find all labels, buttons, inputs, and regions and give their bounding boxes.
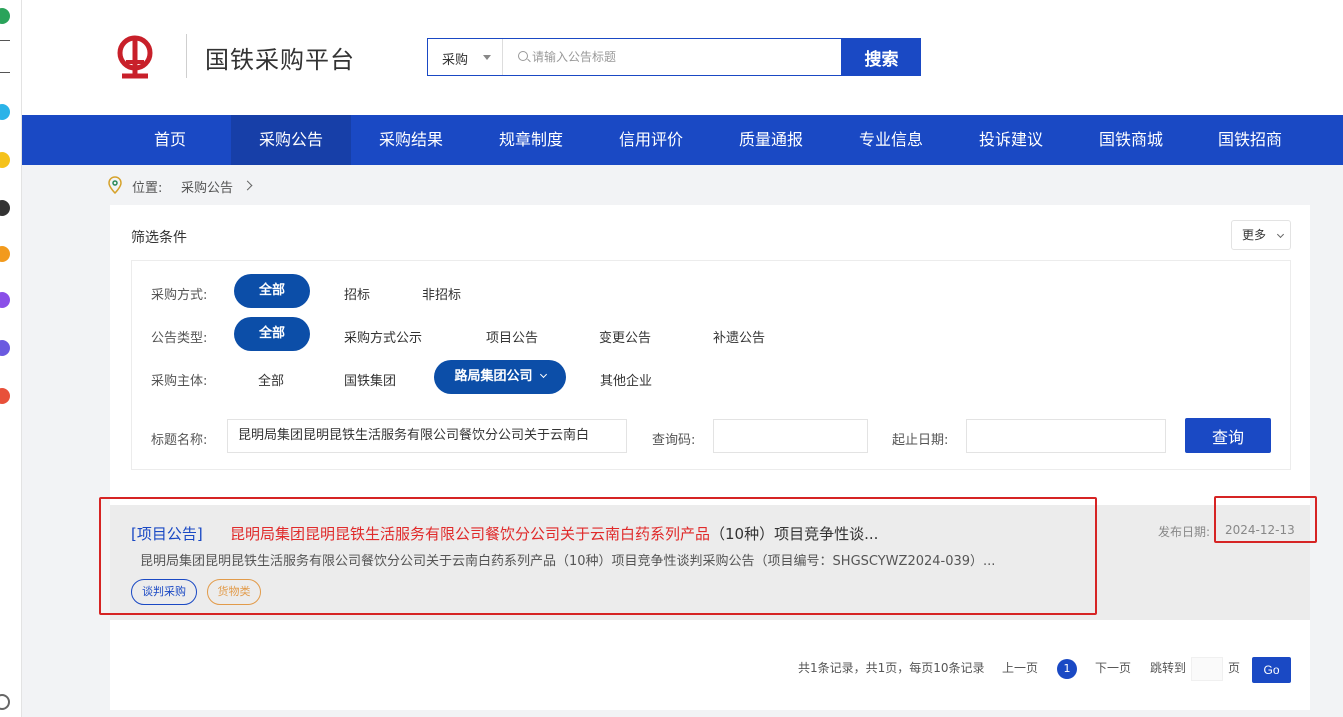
browser-side-strip <box>0 0 22 717</box>
more-label: 更多 <box>1242 228 1267 242</box>
subject-option-bureau[interactable]: 路局集团公司 <box>434 360 566 394</box>
subject-option-bureau-label: 路局集团公司 <box>454 369 533 384</box>
app-icon-4[interactable] <box>0 200 10 216</box>
title-field-input[interactable]: 昆明局集团昆明昆铁生活服务有限公司餐饮分公司关于云南白 <box>227 419 627 453</box>
chevron-down-icon <box>539 370 547 379</box>
search-box: 采购 <box>427 38 842 76</box>
location-pin-icon <box>108 176 122 194</box>
type-option-addendum-notice[interactable]: 补遗公告 <box>713 327 765 346</box>
nav-mall[interactable]: 国铁商城 <box>1071 115 1191 165</box>
railway-logo-icon <box>117 35 153 79</box>
site-title: 国铁采购平台 <box>205 46 355 74</box>
code-field-label: 查询码: <box>652 433 696 448</box>
site-header: 国铁采购平台 采购 搜索 <box>22 0 1343 115</box>
content-panel: 筛选条件 更多 采购方式: 全部 招标 非招标 公告类型: 全部 采购方式公示 … <box>110 205 1310 710</box>
go-button[interactable]: Go <box>1252 657 1291 683</box>
subject-option-group[interactable]: 国铁集团 <box>344 370 396 389</box>
main-nav: 首页 采购公告 采购结果 规章制度 信用评价 质量通报 专业信息 投诉建议 国铁… <box>22 115 1343 165</box>
type-label: 公告类型: <box>151 331 208 346</box>
type-option-change-notice[interactable]: 变更公告 <box>599 327 651 346</box>
code-field-input[interactable] <box>713 419 868 453</box>
chevron-down-icon <box>1276 230 1285 239</box>
nav-regulations[interactable]: 规章制度 <box>471 115 591 165</box>
app-icon-5[interactable] <box>0 246 10 262</box>
breadcrumb-current[interactable]: 采购公告 <box>181 177 233 196</box>
title-field-label: 标题名称: <box>151 433 208 448</box>
date-range-input[interactable] <box>966 419 1166 453</box>
nav-procurement-result[interactable]: 采购结果 <box>351 115 471 165</box>
page-suffix: 页 <box>1228 661 1241 675</box>
app-icon-2[interactable] <box>0 104 10 120</box>
nav-complaints[interactable]: 投诉建议 <box>951 115 1071 165</box>
date-field-label: 起止日期: <box>892 433 949 448</box>
type-option-method-publicity[interactable]: 采购方式公示 <box>344 327 422 346</box>
divider <box>0 40 10 41</box>
filter-title: 筛选条件 <box>131 230 187 246</box>
subject-label: 采购主体: <box>151 374 208 389</box>
filter-box: 采购方式: 全部 招标 非招标 公告类型: 全部 采购方式公示 项目公告 变更公… <box>131 260 1291 470</box>
app-icon-7[interactable] <box>0 340 10 356</box>
page-number-current[interactable]: 1 <box>1057 659 1077 679</box>
nav-home[interactable]: 首页 <box>110 115 230 165</box>
type-option-project-notice[interactable]: 项目公告 <box>486 327 538 346</box>
app-icon-3[interactable] <box>0 152 10 168</box>
app-icon-6[interactable] <box>0 292 10 308</box>
type-option-all[interactable]: 全部 <box>234 317 310 351</box>
method-option-bid[interactable]: 招标 <box>344 284 370 303</box>
nav-investment[interactable]: 国铁招商 <box>1190 115 1310 165</box>
breadcrumb-prefix: 位置: <box>132 181 163 196</box>
app-icon-8[interactable] <box>0 388 10 404</box>
method-option-non-bid[interactable]: 非招标 <box>422 284 461 303</box>
chevron-right-icon <box>242 180 253 191</box>
search-button[interactable]: 搜索 <box>842 38 921 76</box>
nav-procurement-notice[interactable]: 采购公告 <box>231 115 351 165</box>
jump-page-input[interactable] <box>1191 657 1223 681</box>
caret-down-icon <box>483 55 491 60</box>
divider <box>0 72 10 73</box>
search-category-select[interactable]: 采购 <box>428 39 503 75</box>
prev-page-link[interactable]: 上一页 <box>1002 659 1038 685</box>
subject-option-all[interactable]: 全部 <box>258 370 284 389</box>
pagination-summary: 共1条记录，共1页，每页10条记录 <box>798 661 985 675</box>
method-label: 采购方式: <box>151 288 208 303</box>
method-option-all[interactable]: 全部 <box>234 274 310 308</box>
more-button[interactable]: 更多 <box>1231 220 1291 250</box>
annotation-box-date <box>1214 496 1317 543</box>
search-input[interactable] <box>512 47 832 67</box>
query-button[interactable]: 查询 <box>1185 418 1271 453</box>
next-page-link[interactable]: 下一页 <box>1095 659 1131 685</box>
search-category-value: 采购 <box>442 53 469 68</box>
annotation-box-result <box>99 497 1097 615</box>
nav-quality[interactable]: 质量通报 <box>711 115 831 165</box>
logo-divider <box>186 34 187 78</box>
nav-credit[interactable]: 信用评价 <box>591 115 711 165</box>
subject-option-other[interactable]: 其他企业 <box>600 370 652 389</box>
jump-label: 跳转到 <box>1150 661 1187 675</box>
settings-icon[interactable] <box>0 694 10 710</box>
app-icon-1[interactable] <box>0 8 10 24</box>
nav-professional-info[interactable]: 专业信息 <box>831 115 951 165</box>
result-date-label: 发布日期: <box>1158 525 1211 539</box>
